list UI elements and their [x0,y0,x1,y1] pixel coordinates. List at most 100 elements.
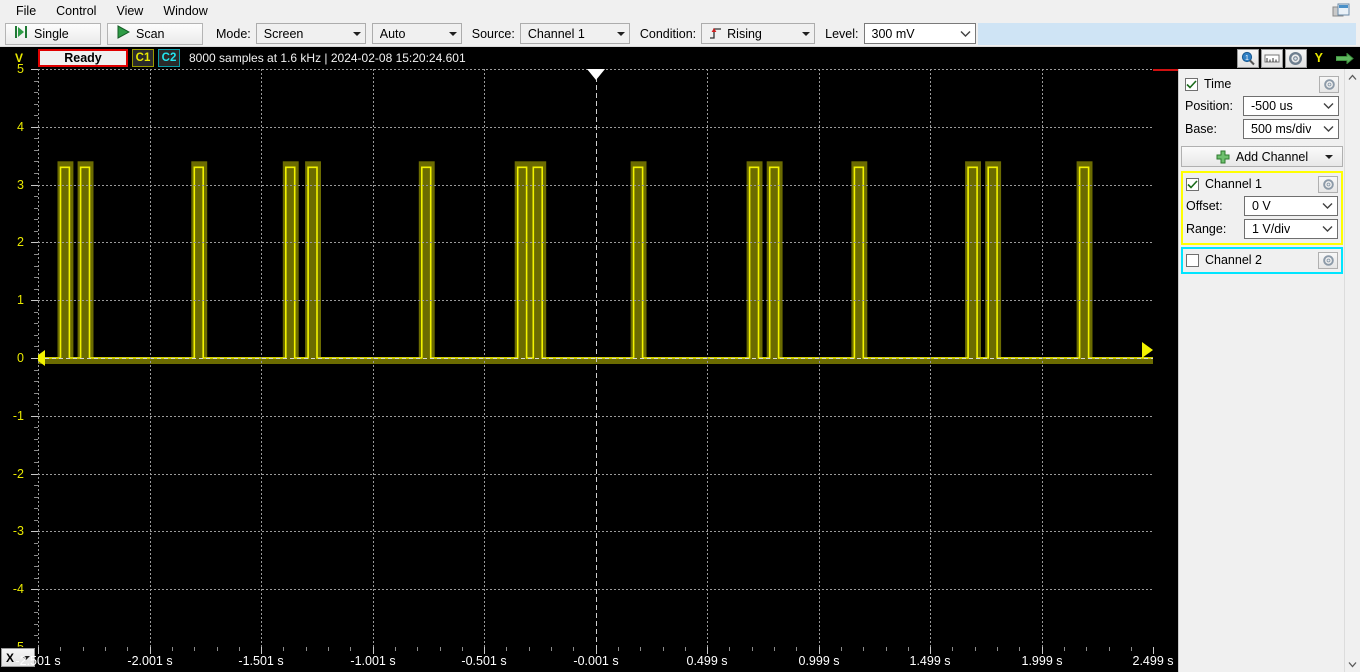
y-axis-selector-label[interactable]: Y [1308,51,1330,65]
x-tick-label: -1.001 s [350,654,396,668]
trigger-mode-select[interactable]: Auto [371,23,462,44]
channel1-offset-select[interactable]: 0 V [1244,196,1338,216]
sample-info-text: 8000 samples at 1.6 kHz | 2024-02-08 15:… [189,51,466,65]
x-tick [38,647,39,654]
chevron-down-icon[interactable] [1345,656,1360,672]
x-tick-minor [127,647,128,651]
y-tick [31,531,38,533]
green-right-arrow-icon[interactable] [1330,52,1360,64]
caret-down-icon [352,31,361,36]
x-tick-minor [908,647,909,651]
time-enable-checkbox[interactable] [1185,77,1198,91]
x-tick-minor [217,647,218,651]
channel1-range-value: 1 V/div [1252,222,1291,236]
channel2-settings-gear-icon[interactable] [1318,251,1338,269]
mode-label: Mode: [216,26,251,41]
x-tick-minor [239,647,240,651]
y-tick [31,415,38,417]
channel1-range-select[interactable]: 1 V/div [1244,219,1338,239]
source-select[interactable]: Channel 1 [519,23,630,44]
chevron-down-icon [1322,199,1333,213]
mode-select-value: Screen [263,26,304,41]
measure-icon[interactable] [1260,48,1283,68]
channel2-panel: Channel 2 [1181,247,1343,274]
menu-view[interactable]: View [106,2,153,20]
channel-badge-c2[interactable]: C2 [158,49,180,67]
chevron-up-icon[interactable] [1345,69,1360,85]
time-position-value: -500 us [1251,99,1293,113]
x-tick-minor [83,647,84,651]
level-value: 300 mV [871,26,915,41]
x-tick-minor [440,647,441,651]
x-tick-label: -1.501 s [238,654,284,668]
x-tick-minor [663,647,664,651]
channel-badge-c1[interactable]: C1 [132,49,154,67]
chevron-down-icon[interactable] [1325,154,1333,159]
x-tick-label: 0.499 s [686,654,728,668]
x-tick-minor [506,647,507,651]
y-tick-label: -3 [12,524,24,539]
y-tick-label: -4 [12,582,24,597]
condition-select[interactable]: Rising [701,23,816,44]
level-input[interactable]: 300 mV [863,23,976,44]
x-tick-label: -0.001 s [573,654,619,668]
y-tick [31,242,38,244]
y-tick-label: 2 [17,235,24,250]
add-channel-button[interactable]: Add Channel [1181,146,1343,167]
play-icon [116,25,131,42]
channel2-panel-title: Channel 2 [1205,253,1262,267]
single-button-label: Single [34,26,69,41]
grid-line-vertical [373,69,374,647]
level-slider-track[interactable] [977,22,1356,45]
status-badge: Ready [38,49,128,67]
zoom-icon[interactable]: 1 [1236,48,1259,68]
y-axis: 543210-1-2-3-4-5 [0,62,38,654]
mode-select[interactable]: Screen [255,23,366,44]
time-base-value: 500 ms/div [1251,122,1312,136]
source-label: Source: [471,26,515,41]
x-tick-minor [975,647,976,651]
time-base-label: Base: [1185,122,1217,136]
x-tick-label: 1.499 s [909,654,951,668]
time-position-select[interactable]: -500 us [1243,96,1339,116]
settings-gear-icon[interactable] [1284,48,1307,68]
settings-sidebar: Time Position: -500 us Base: 500 ms/div … [1178,69,1360,672]
window-restore-icon[interactable] [1328,2,1354,19]
channel1-settings-gear-icon[interactable] [1318,175,1338,193]
grid-line-vertical [484,69,485,647]
channel1-panel: Channel 1 Offset: 0 V Range: 1 V/div [1181,171,1343,245]
grid-line-vertical [1042,69,1043,647]
add-channel-label: Add Channel [1235,149,1309,164]
y-tick-label: 4 [17,119,24,134]
menu-control[interactable]: Control [46,2,106,20]
x-tick [819,647,820,654]
time-panel: Time Position: -500 us Base: 500 ms/div [1181,73,1343,143]
time-panel-title: Time [1204,77,1232,91]
waveform-plot[interactable] [38,69,1153,647]
x-tick-minor [640,647,641,651]
scan-button[interactable]: Scan [107,22,203,45]
caret-down-icon [448,31,457,36]
x-tick [596,647,597,654]
x-tick-minor [774,647,775,651]
x-tick-minor [194,647,195,651]
time-settings-gear-icon[interactable] [1319,75,1339,93]
chevron-down-icon [960,27,971,41]
channel1-offset-marker-left[interactable] [38,350,45,366]
channel1-enable-checkbox[interactable] [1186,177,1199,191]
trigger-position-marker[interactable] [586,69,605,80]
channel1-level-marker-right[interactable] [1142,342,1153,358]
single-button[interactable]: Single [5,22,101,45]
scan-button-label: Scan [136,26,165,41]
x-tick-minor [573,647,574,651]
channel2-enable-checkbox[interactable] [1186,253,1199,267]
time-base-row: Base: 500 ms/div [1185,119,1339,139]
menu-file[interactable]: File [6,2,46,20]
channel1-panel-title: Channel 1 [1205,177,1262,191]
y-tick-label: 3 [17,177,24,192]
time-base-select[interactable]: 500 ms/div [1243,119,1339,139]
caret-down-icon [802,31,811,36]
y-tick [31,126,38,128]
menu-window[interactable]: Window [153,2,217,20]
sidebar-scrollbar[interactable] [1344,69,1360,672]
